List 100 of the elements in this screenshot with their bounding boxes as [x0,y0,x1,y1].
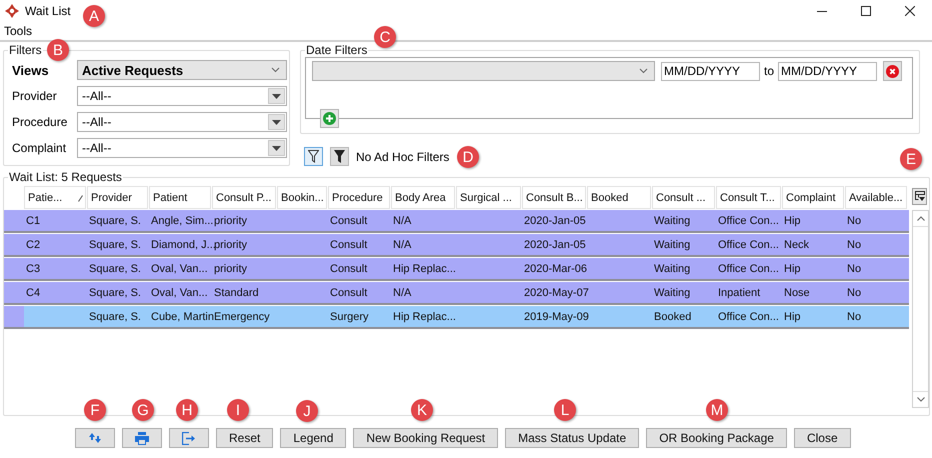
column-header[interactable]: Consult P... [212,186,276,209]
table-cell-text: Consult [329,262,368,276]
table-cell-text: C1 [25,214,42,228]
status-text: No Ad Hoc Filters [356,150,450,164]
callout-marker: F [84,399,106,421]
table-cell-text: Nose [783,286,811,300]
table-row[interactable]: Square, S. Cube, MartinEmergency Surgery Hip Replac... 2019-May-09 Booked Office Con... Hip No [4,306,909,329]
table-cell-text: No [846,238,862,252]
table-cell-text: C2 [25,238,42,252]
table-cell-text: 2020-Jan-05 [523,238,587,252]
table-cell-text: Hip [783,262,802,276]
table-cell-text: Booked [653,310,692,324]
callout-marker: E [900,148,922,170]
table-cell-text: No [846,214,862,228]
date-field[interactable]: MM/DD/YYYY [778,62,878,80]
exit-icon [182,432,196,444]
table-cell-text: Office Con... [717,262,780,276]
table-cell-text: N/A [392,214,412,228]
table-cell-text: Square, S. [88,262,142,276]
action-button[interactable]: New Booking Request [353,428,498,448]
printer-icon [135,432,149,444]
sync-icon [88,432,102,444]
table-cell-text: priority [213,262,248,276]
menu-item[interactable]: Tools [4,24,32,38]
caret-down-icon [272,94,281,98]
action-button[interactable]: Close [794,428,851,448]
table-cell-text: Consult [329,286,368,300]
funnel-icon [334,150,345,163]
table-cell-text: Square, S. [88,286,142,300]
callout-marker: H [176,399,198,421]
column-header[interactable]: Available... [845,186,907,209]
table-cell-text: Oval, Van... [150,286,209,300]
range-separator: to [764,64,774,78]
group-title: Wait List: 5 Requests [8,170,123,184]
table-row[interactable]: C1 Square, S. Angle, Sim...priority Consult N/A 2020-Jan-05 Waiting Office Con... Hip No [4,210,909,233]
caret-down-icon [272,120,281,124]
column-header[interactable]: Provider [87,186,148,209]
remove-button[interactable] [883,61,902,81]
column-header[interactable]: Bookin... [277,186,327,209]
dropdown[interactable]: --All-- [77,86,287,106]
sync-button[interactable] [75,428,115,448]
crosshair-icon [5,4,19,18]
table-cell-text: 2020-Jan-05 [523,214,587,228]
table-cell-text: No [846,310,862,324]
filter-button[interactable] [330,147,349,166]
print-button[interactable] [122,428,162,448]
minimize-icon [817,10,827,12]
close-icon [905,6,915,16]
table-cell-text: Neck [783,238,810,252]
table-cell-text: Consult [329,214,368,228]
table-cell-text: N/A [392,238,412,252]
table-cell-text: Square, S. [88,214,142,228]
date-field[interactable]: MM/DD/YYYY [661,62,760,80]
action-button[interactable]: OR Booking Package [646,428,787,448]
table-row[interactable]: C3 Square, S. Oval, Van... priority Consult Hip Replac... 2020-Mar-06 Waiting Office Con... Hip No [4,258,909,281]
column-header[interactable]: Patient [149,186,211,209]
add-icon [323,112,336,125]
chevron-down-icon [271,67,280,73]
table-cell-text: 2020-Mar-06 [523,262,587,276]
dropdown[interactable]: --All-- [77,138,287,158]
column-header[interactable]: Patie... [24,186,86,209]
add-button[interactable] [320,109,339,128]
action-button[interactable]: Legend [280,428,346,448]
callout-marker: I [227,399,249,421]
dropdown[interactable]: Active Requests [77,60,287,80]
field-label: Complaint [12,141,68,155]
filter-button[interactable] [304,147,323,166]
table-cell-text: Hip Replac... [392,310,456,324]
column-header[interactable]: Surgical ... [456,186,521,209]
table-cell-text: Waiting [653,286,692,300]
column-header[interactable]: Consult B... [522,186,586,209]
column-header[interactable]: Consult T... [716,186,781,209]
action-button[interactable]: Mass Status Update [505,428,640,448]
table-cell-text: No [846,286,862,300]
table-row[interactable]: C2 Square, S. Diamond, J...priority Consult N/A 2020-Jan-05 Waiting Office Con... Neck No [4,234,909,257]
table-cell-text: Standard [213,286,260,300]
field-label: Views [12,62,50,78]
funnel-icon [308,150,319,163]
callout-marker: A [83,5,105,27]
column-header[interactable]: Consult ... [652,186,715,209]
table-cell-text: Consult [329,238,368,252]
action-button[interactable]: Reset [216,428,274,448]
table-cell-text: Inpatient [717,286,762,300]
column-header[interactable]: Booked [587,186,651,209]
column-header[interactable]: Procedure [328,186,390,209]
field-label: Procedure [12,115,68,129]
dropdown[interactable]: --All-- [77,112,287,132]
exit-button[interactable] [169,428,209,448]
column-chooser-button[interactable] [912,188,927,205]
chevron-down-icon [639,68,648,74]
scrollbar[interactable] [912,210,929,408]
callout-marker: K [411,399,433,421]
table-row[interactable]: C4 Square, S. Oval, Van... Standard Consult N/A 2020-May-07 Waiting Inpatient Nose No [4,282,909,305]
table-cell-text: No [846,262,862,276]
callout-marker: J [296,400,318,422]
column-header[interactable]: Body Area [391,186,455,209]
chevron-up-icon [916,216,924,221]
column-header[interactable]: Complaint [782,186,844,209]
callout-marker: G [132,399,154,421]
column-chooser-icon [914,191,924,202]
